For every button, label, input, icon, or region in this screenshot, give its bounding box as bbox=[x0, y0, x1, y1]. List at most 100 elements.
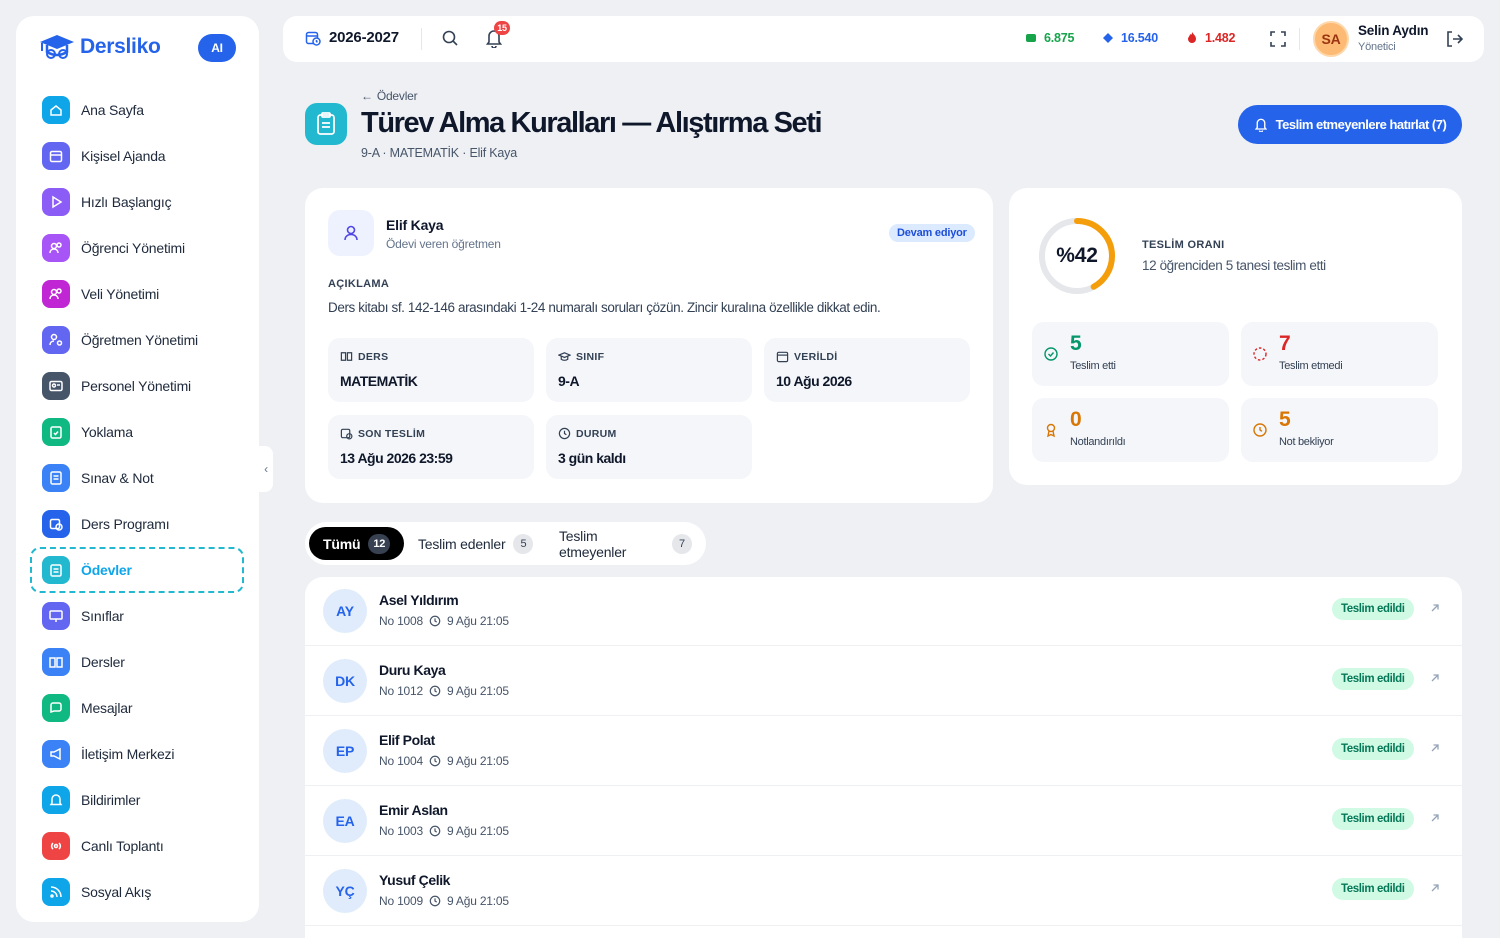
external-link-icon[interactable] bbox=[1429, 882, 1441, 894]
graduation-cap-logo-icon bbox=[40, 35, 74, 59]
sidebar-item-12[interactable]: Dersler bbox=[30, 639, 244, 685]
stat-card-1[interactable]: 7 Teslim etmedi bbox=[1241, 322, 1438, 386]
divider bbox=[421, 28, 422, 50]
student-name: Yusuf Çelik bbox=[379, 872, 451, 888]
tab-count-badge: 7 bbox=[672, 533, 692, 554]
collapse-sidebar-button[interactable]: ‹ bbox=[259, 446, 273, 492]
sidebar-item-6[interactable]: Personel Yönetimi bbox=[30, 363, 244, 409]
user-role: Yönetici bbox=[1358, 41, 1396, 53]
student-number: No 1009 bbox=[379, 894, 423, 908]
chevron-left-icon: ‹ bbox=[264, 462, 268, 476]
notification-count-badge: 15 bbox=[494, 21, 510, 35]
sidebar-item-13[interactable]: Mesajlar bbox=[30, 685, 244, 731]
fullscreen-button[interactable] bbox=[1269, 30, 1287, 53]
detail-field-label: VERİLDİ bbox=[776, 350, 838, 363]
play-icon bbox=[42, 188, 70, 216]
back-link[interactable]: ← Ödevler bbox=[361, 89, 418, 103]
logo[interactable]: Dersliko bbox=[38, 32, 161, 62]
sidebar-item-17[interactable]: Sosyal Akış bbox=[30, 869, 244, 915]
student-number: No 1004 bbox=[379, 754, 423, 768]
submission-time: 9 Ağu 21:05 bbox=[446, 754, 509, 768]
sidebar-item-label: Sınıflar bbox=[81, 608, 124, 624]
status-badge: Teslim edildi bbox=[1332, 668, 1414, 690]
tab-2[interactable]: Teslim etmeyenler 7 bbox=[545, 527, 706, 560]
detail-field-durum: DURUM 3 gün kaldı bbox=[546, 415, 752, 479]
detail-field-value: 3 gün kaldı bbox=[558, 450, 626, 466]
calendar-clock-icon bbox=[305, 31, 321, 46]
graduation-cap-icon bbox=[558, 352, 571, 361]
remind-non-submitters-button[interactable]: Teslim etmeyenlere hatırlat (7) bbox=[1238, 105, 1462, 144]
teacher-role: Ödevi veren öğretmen bbox=[386, 237, 501, 251]
coin-balance-1[interactable]: 16.540 bbox=[1101, 31, 1158, 45]
ai-button[interactable]: AI bbox=[198, 34, 236, 62]
sidebar-item-15[interactable]: Bildirimler bbox=[30, 777, 244, 823]
search-button[interactable] bbox=[441, 29, 459, 52]
clipboard-check-icon bbox=[42, 418, 70, 446]
exam-icon bbox=[42, 464, 70, 492]
assignment-details-card: Elif Kaya Ödevi veren öğretmen Devam edi… bbox=[305, 188, 993, 503]
coin-balance-0[interactable]: 6.875 bbox=[1024, 31, 1074, 45]
academic-year: 2026-2027 bbox=[329, 29, 399, 46]
sidebar-item-label: Ana Sayfa bbox=[81, 102, 144, 118]
stat-label: Teslim etti bbox=[1070, 360, 1116, 372]
clock-icon bbox=[429, 755, 441, 767]
stat-card-0[interactable]: 5 Teslim etti bbox=[1032, 322, 1229, 386]
sidebar-item-9[interactable]: Ders Programı bbox=[30, 501, 244, 547]
sidebar-item-10[interactable]: Ödevler bbox=[30, 547, 244, 593]
green-gem-icon bbox=[1026, 34, 1036, 42]
sidebar-item-2[interactable]: Hızlı Başlangıç bbox=[30, 179, 244, 225]
stat-number: 7 bbox=[1279, 332, 1291, 355]
external-link-icon[interactable] bbox=[1429, 812, 1441, 824]
student-number: No 1008 bbox=[379, 614, 423, 628]
student-meta: No 1003 9 Ağu 21:05 bbox=[379, 824, 509, 838]
clock-icon bbox=[429, 825, 441, 837]
sidebar-item-14[interactable]: İletişim Merkezi bbox=[30, 731, 244, 777]
list-item[interactable]: EA Emir Aslan No 1003 9 Ağu 21:05 Teslim … bbox=[305, 786, 1462, 856]
calendar-icon bbox=[42, 142, 70, 170]
users-icon bbox=[42, 234, 70, 262]
stat-label: Notlandırıldı bbox=[1070, 436, 1126, 448]
stat-card-2[interactable]: 0 Notlandırıldı bbox=[1032, 398, 1229, 462]
sidebar-item-1[interactable]: Kişisel Ajanda bbox=[30, 133, 244, 179]
external-link-icon[interactable] bbox=[1429, 742, 1441, 754]
student-name: Asel Yıldırım bbox=[379, 592, 459, 608]
sidebar-item-label: Öğretmen Yönetimi bbox=[81, 332, 198, 348]
student-name: Elif Polat bbox=[379, 732, 435, 748]
sidebar-item-7[interactable]: Yoklama bbox=[30, 409, 244, 455]
external-link-icon[interactable] bbox=[1429, 602, 1441, 614]
sidebar-item-4[interactable]: Veli Yönetimi bbox=[30, 271, 244, 317]
list-item[interactable]: DK Duru Kaya No 1012 9 Ağu 21:05 Teslim e… bbox=[305, 646, 1462, 716]
detail-field-label: DURUM bbox=[558, 427, 617, 440]
sidebar-item-16[interactable]: Canlı Toplantı bbox=[30, 823, 244, 869]
sidebar-item-11[interactable]: Sınıflar bbox=[30, 593, 244, 639]
sidebar-item-5[interactable]: Öğretmen Yönetimi bbox=[30, 317, 244, 363]
tab-label: Teslim edenler bbox=[418, 535, 506, 552]
detail-field-veri̇ldi̇: VERİLDİ 10 Ağu 2026 bbox=[764, 338, 970, 402]
list-item[interactable]: YÇ Yusuf Çelik No 1009 9 Ağu 21:05 Teslim… bbox=[305, 856, 1462, 926]
avatar[interactable]: SA bbox=[1313, 21, 1349, 57]
sidebar-item-3[interactable]: Öğrenci Yönetimi bbox=[30, 225, 244, 271]
student-number: No 1012 bbox=[379, 684, 423, 698]
logout-button[interactable] bbox=[1445, 30, 1464, 53]
list-item[interactable]: AY Asel Yıldırım No 1008 9 Ağu 21:05 Tesl… bbox=[305, 577, 1462, 646]
external-link-icon[interactable] bbox=[1429, 672, 1441, 684]
sidebar-item-label: Hızlı Başlangıç bbox=[81, 194, 172, 210]
student-meta: No 1008 9 Ağu 21:05 bbox=[379, 614, 509, 628]
list-item[interactable]: EP Elif Polat No 1004 9 Ağu 21:05 Teslim … bbox=[305, 716, 1462, 786]
submission-time: 9 Ağu 21:05 bbox=[446, 614, 509, 628]
sidebar-item-label: Dersler bbox=[81, 654, 125, 670]
rss-icon bbox=[42, 878, 70, 906]
home-icon bbox=[42, 96, 70, 124]
tab-1[interactable]: Teslim edenler 5 bbox=[404, 527, 547, 560]
student-avatar: EA bbox=[323, 799, 367, 843]
coin-balance-2[interactable]: 1.482 bbox=[1185, 31, 1235, 45]
academic-year-selector[interactable]: 2026-2027 bbox=[305, 29, 399, 46]
book-icon bbox=[340, 352, 353, 361]
tab-0[interactable]: Tümü 12 bbox=[309, 527, 405, 560]
coin-value: 16.540 bbox=[1121, 31, 1159, 45]
sidebar-item-0[interactable]: Ana Sayfa bbox=[30, 87, 244, 133]
sidebar-nav: Ana Sayfa Kişisel Ajanda Hızlı Başlangıç Öğ… bbox=[30, 87, 244, 915]
sidebar-item-label: Sosyal Akış bbox=[81, 884, 152, 900]
sidebar-item-8[interactable]: Sınav & Not bbox=[30, 455, 244, 501]
stat-card-3[interactable]: 5 Not bekliyor bbox=[1241, 398, 1438, 462]
